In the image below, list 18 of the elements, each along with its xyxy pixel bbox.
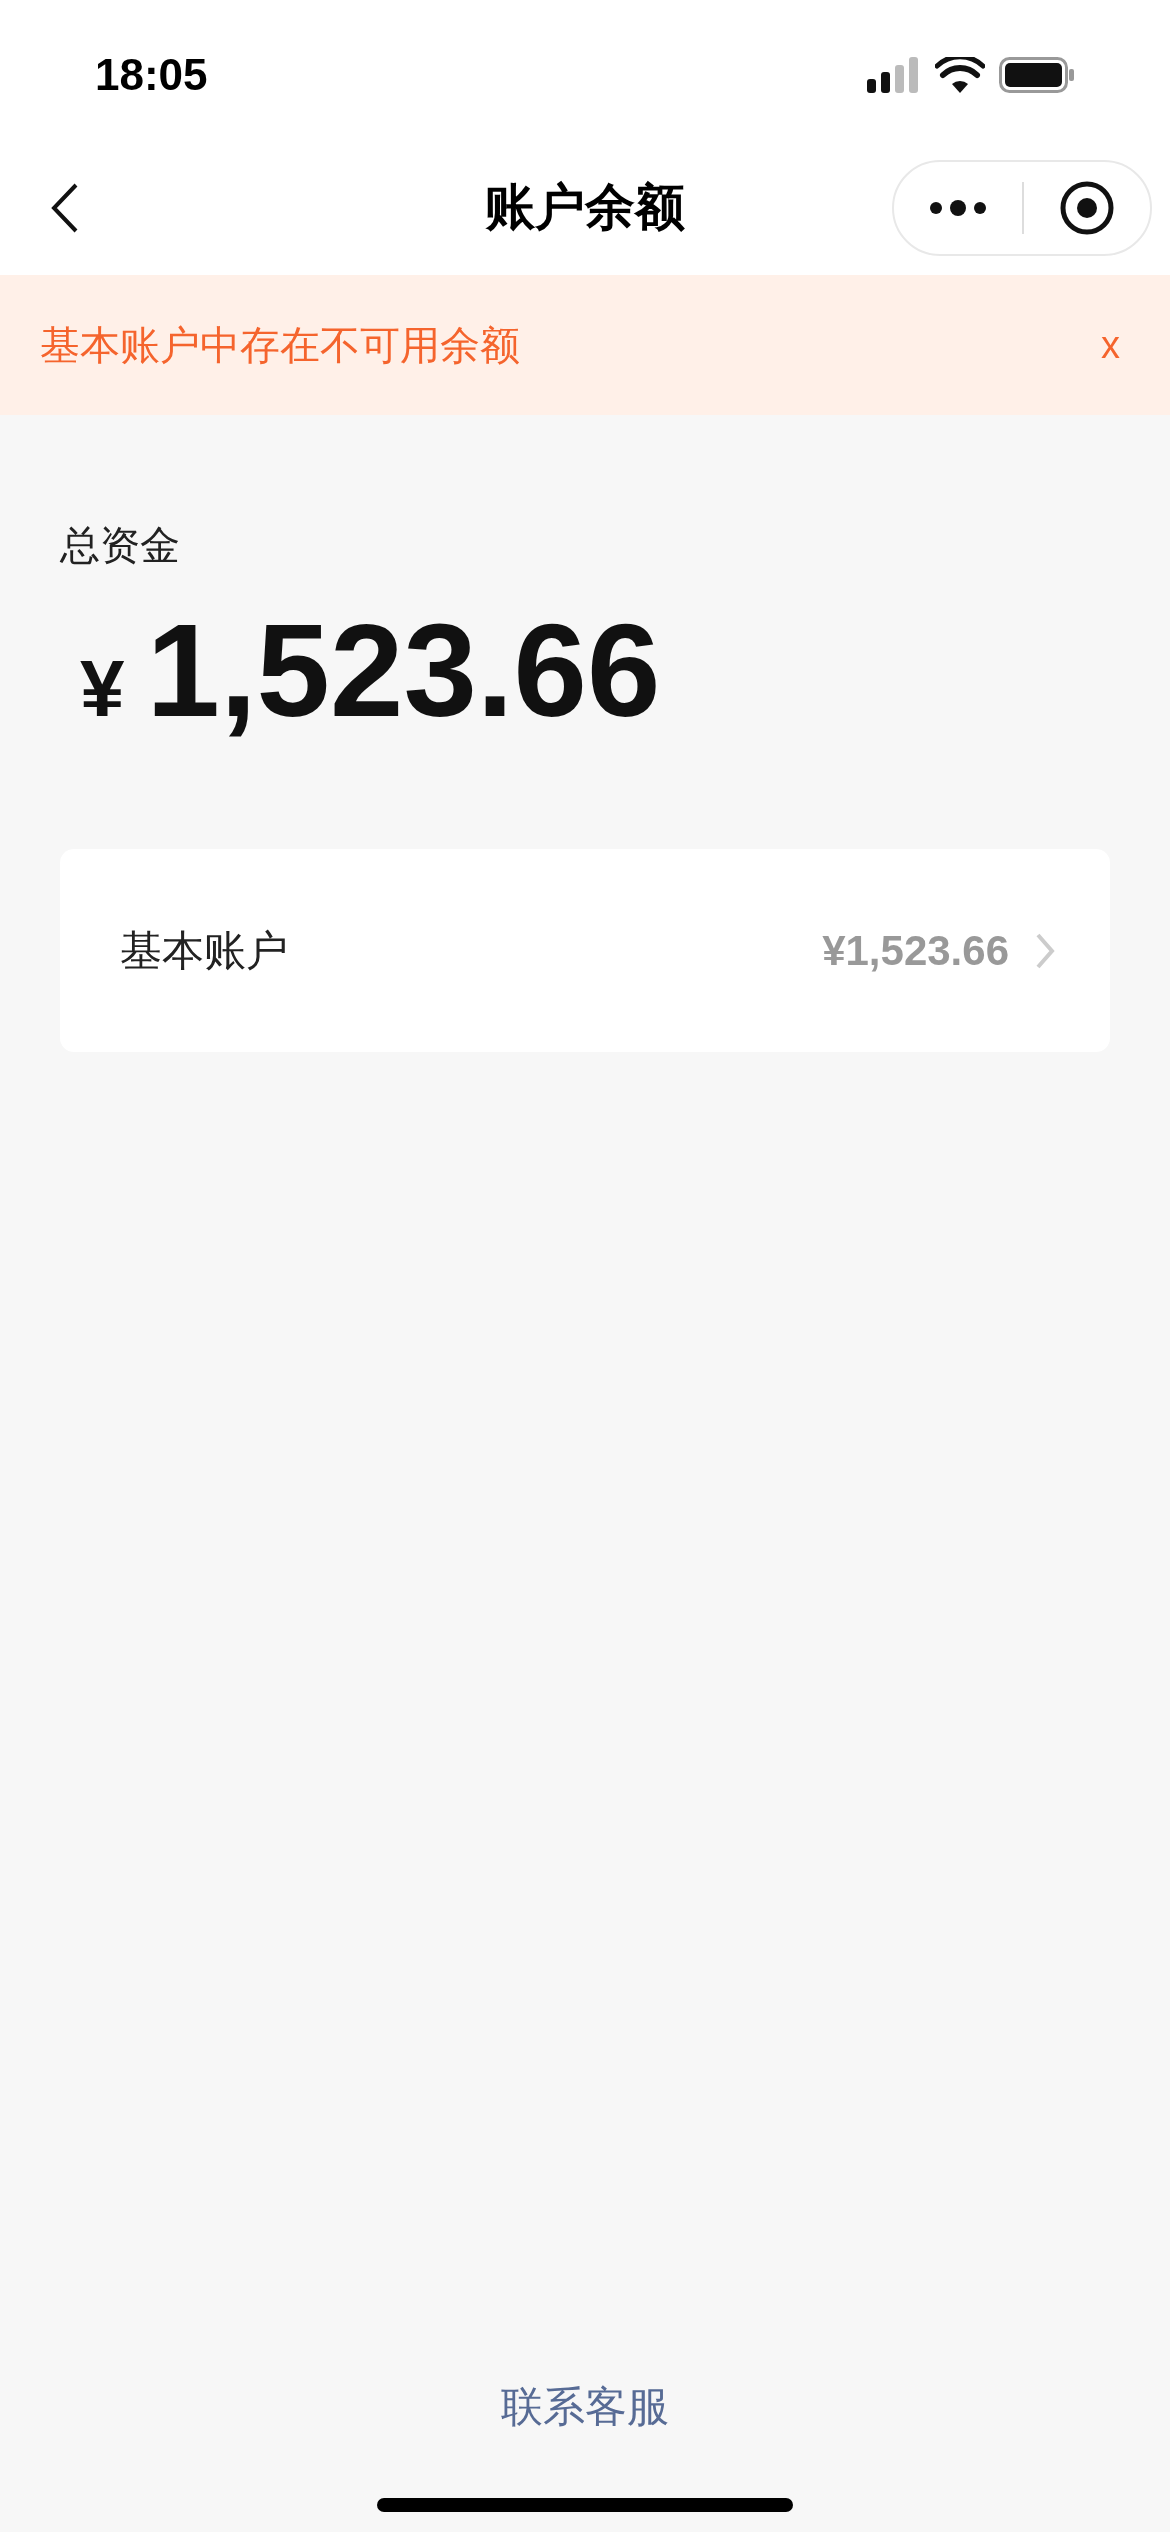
notice-text: 基本账户中存在不可用余额	[40, 322, 520, 369]
wifi-icon	[935, 57, 985, 93]
page-title: 账户余额	[485, 178, 685, 237]
close-button[interactable]: x	[1091, 316, 1130, 374]
back-icon	[50, 181, 80, 234]
total-label: 总资金	[60, 522, 181, 569]
target-icon	[1059, 179, 1115, 236]
more-icon	[929, 199, 987, 216]
signal-icon	[867, 57, 921, 93]
battery-icon	[999, 57, 1075, 93]
contact-support-link[interactable]: 联系客服	[501, 2375, 669, 2438]
account-amount: ¥1,523.66	[822, 926, 1009, 976]
account-row[interactable]: 基本账户 ¥1,523.66	[60, 849, 1110, 1052]
total-amount: 1,523.66	[146, 605, 661, 737]
currency-symbol: ¥	[80, 643, 125, 735]
status-time: 18:05	[95, 49, 208, 101]
chevron-right-icon	[1035, 931, 1055, 970]
account-name: 基本账户	[120, 926, 288, 976]
